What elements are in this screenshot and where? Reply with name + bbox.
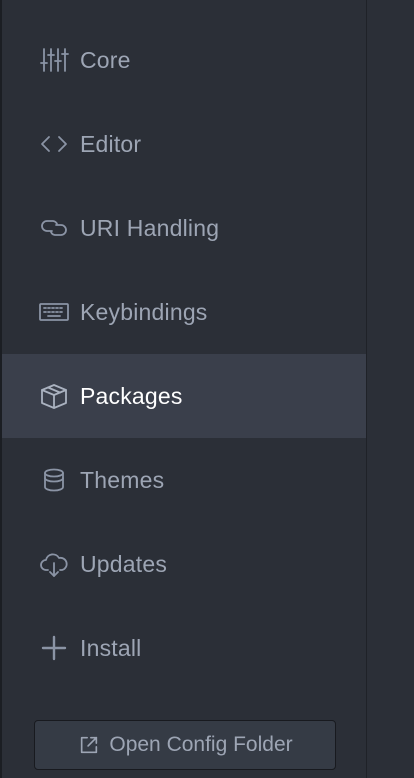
sidebar-item-label: Core: [80, 46, 131, 73]
sidebar-item-packages[interactable]: Packages: [2, 354, 366, 438]
sidebar-item-label: Editor: [80, 130, 142, 157]
sidebar-item-label: URI Handling: [80, 214, 220, 241]
sidebar-item-install[interactable]: Install: [2, 606, 366, 690]
sidebar-item-label: Install: [80, 634, 142, 661]
plus-icon: [38, 632, 70, 664]
sidebar-item-label: Keybindings: [80, 298, 208, 325]
package-icon: [38, 380, 70, 412]
open-config-folder-button[interactable]: Open Config Folder: [34, 720, 336, 770]
sidebar-item-label: Updates: [80, 550, 168, 577]
keyboard-icon: [38, 296, 70, 328]
sliders-icon: [38, 44, 70, 76]
open-config-folder-label: Open Config Folder: [109, 733, 293, 756]
settings-content-pane: [367, 0, 414, 778]
sidebar-item-label: Packages: [80, 382, 183, 409]
sidebar-item-core[interactable]: Core: [2, 18, 366, 102]
code-icon: [38, 128, 70, 160]
link-external-icon: [77, 733, 101, 757]
cloud-download-icon: [38, 548, 70, 580]
settings-window: Core Editor URI Handling Keybindings Pac…: [0, 0, 414, 778]
sidebar-item-uri-handling[interactable]: URI Handling: [2, 186, 366, 270]
sidebar-item-updates[interactable]: Updates: [2, 522, 366, 606]
sidebar-item-label: Themes: [80, 466, 165, 493]
sidebar-item-keybindings[interactable]: Keybindings: [2, 270, 366, 354]
sidebar-item-editor[interactable]: Editor: [2, 102, 366, 186]
paintcan-icon: [38, 464, 70, 496]
link-icon: [38, 212, 70, 244]
settings-sidebar: Core Editor URI Handling Keybindings Pac…: [2, 0, 366, 778]
sidebar-item-themes[interactable]: Themes: [2, 438, 366, 522]
